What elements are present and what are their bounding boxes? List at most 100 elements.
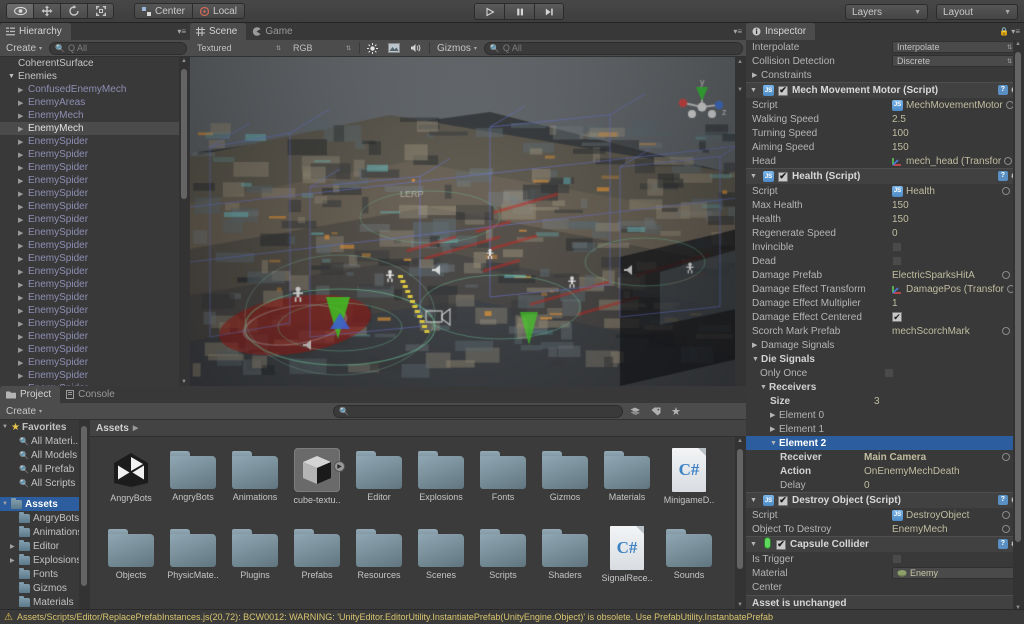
project-tree-item[interactable]: ▶Explosions — [0, 553, 90, 567]
object-picker-button[interactable] — [1002, 453, 1010, 461]
inspector-row[interactable]: ▶Element 1 — [746, 422, 1024, 436]
asset-item[interactable]: C#MinigameD.. — [658, 445, 720, 523]
inspector-scroll-thumb[interactable] — [1015, 52, 1021, 542]
component-enabled-checkbox[interactable]: ✔ — [776, 540, 786, 550]
inspector-row[interactable]: ScriptJSDestroyObject — [746, 508, 1024, 522]
inspector-value[interactable]: Interpolate⇅ — [892, 41, 1024, 53]
hierarchy-item[interactable]: ▶EnemySpider — [0, 174, 190, 187]
inspector-value[interactable]: JSMechMovementMotor — [892, 100, 1024, 111]
scene-fx-toggle[interactable] — [385, 41, 403, 55]
asset-item[interactable]: Animations — [224, 445, 286, 523]
help-icon[interactable]: ? — [998, 495, 1008, 505]
inspector-value[interactable] — [892, 242, 1024, 252]
project-tree-scroll-thumb[interactable] — [81, 426, 87, 586]
asset-item[interactable]: Plugins — [224, 523, 286, 601]
inspector-row[interactable]: ▼Receivers — [746, 380, 1024, 394]
hierarchy-item[interactable]: ▶EnemySpider — [0, 356, 190, 369]
chevron-right-icon[interactable]: ▶ — [18, 151, 28, 159]
inspector-row[interactable]: Scorch Mark PrefabmechScorchMark — [746, 324, 1024, 338]
project-tree[interactable]: ▼★Favorites🔍All Materi..🔍All Models🔍All … — [0, 420, 90, 609]
inspector-row[interactable]: ReceiverMain Camera — [746, 450, 1024, 464]
inspector-row[interactable]: Dead — [746, 254, 1024, 268]
chevron-right-icon[interactable]: ▶ — [18, 294, 28, 302]
hierarchy-item[interactable]: ▶EnemySpider — [0, 369, 190, 382]
project-tree-item[interactable]: ▼★Favorites — [0, 420, 90, 434]
chevron-right-icon[interactable]: ▶ — [10, 543, 19, 550]
inspector-row[interactable]: MaterialEnemy — [746, 566, 1024, 580]
pivot-rotation-button[interactable]: Local — [192, 3, 245, 19]
scene-vertical-scrollbar[interactable]: ▲ ▼ — [735, 57, 746, 386]
inspector-value[interactable]: 0 — [864, 480, 1024, 491]
chevron-right-icon[interactable]: ▶ — [18, 177, 28, 185]
project-tree-scrollbar[interactable] — [79, 420, 90, 609]
inspector-row[interactable]: ▶Damage Signals — [746, 338, 1024, 352]
chevron-down-icon[interactable]: ▼ — [8, 73, 18, 80]
component-enabled-checkbox[interactable]: ✔ — [778, 172, 788, 182]
chevron-right-icon[interactable]: ▶ — [10, 557, 19, 564]
inspector-row[interactable]: ▼Die Signals — [746, 352, 1024, 366]
tab-game[interactable]: Game — [246, 23, 301, 40]
component-enabled-checkbox[interactable]: ✔ — [778, 496, 788, 506]
scale-tool-button[interactable] — [87, 3, 114, 19]
assets-grid[interactable]: AngryBotsAngryBotsAnimations▶cube-textu.… — [90, 437, 746, 609]
inspector-scrollbar[interactable]: ▲ ▼ — [1013, 40, 1024, 612]
tab-hierarchy[interactable]: Hierarchy — [0, 23, 71, 40]
chevron-right-icon[interactable]: ▶ — [752, 341, 761, 349]
tab-console[interactable]: Console — [60, 386, 124, 403]
inspector-value[interactable]: JSHealth — [892, 186, 1024, 197]
project-favorites-button[interactable]: ★ — [668, 404, 684, 418]
inspector-row[interactable]: Collision DetectionDiscrete⇅ — [746, 54, 1024, 68]
project-filter-type-button[interactable] — [627, 404, 644, 418]
asset-item[interactable]: Explosions — [410, 445, 472, 523]
chevron-right-icon[interactable]: ▶ — [18, 372, 28, 380]
assets-scrollbar[interactable]: ▲ ▼ — [735, 437, 746, 609]
inspector-menu-icon[interactable]: 🔒 ▾≡ — [999, 27, 1020, 36]
inspector-value[interactable] — [884, 368, 1024, 378]
chevron-right-icon[interactable]: ▶ — [18, 333, 28, 341]
help-icon[interactable]: ? — [998, 85, 1008, 95]
chevron-right-icon[interactable]: ▶ — [18, 346, 28, 354]
status-bar[interactable]: ⚠ Assets/Scripts/Editor/ReplacePrefabIns… — [0, 609, 1024, 624]
inspector-value[interactable]: Main Camera — [864, 452, 1024, 463]
hierarchy-item[interactable]: ▶EnemySpider — [0, 330, 190, 343]
hierarchy-item[interactable]: ▶EnemySpider — [0, 213, 190, 226]
scene-render-canvas[interactable] — [190, 57, 746, 386]
hierarchy-menu-icon[interactable]: ▾≡ — [177, 27, 186, 36]
inspector-row[interactable]: Only Once — [746, 366, 1024, 380]
inspector-row[interactable]: Is Trigger — [746, 552, 1024, 566]
asset-item[interactable]: Sounds — [658, 523, 720, 601]
hierarchy-item[interactable]: ▼Enemies — [0, 70, 190, 83]
inspector-value[interactable]: 150 — [892, 200, 1024, 211]
chevron-right-icon[interactable]: ▶ — [18, 229, 28, 237]
scene-search-input[interactable]: 🔍 Q All — [484, 42, 743, 55]
project-tree-item[interactable]: AngryBots — [0, 511, 90, 525]
inspector-row[interactable]: ScriptJSHealth — [746, 184, 1024, 198]
asset-item[interactable]: Materials — [596, 445, 658, 523]
chevron-right-icon[interactable]: ▶ — [18, 138, 28, 146]
inspector-row[interactable]: Damage Effect Centered✔ — [746, 310, 1024, 324]
checkbox[interactable]: ✔ — [892, 312, 902, 322]
inspector-value[interactable]: ✔ — [892, 312, 1024, 322]
hierarchy-item[interactable]: ▶EnemySpider — [0, 265, 190, 278]
asset-item[interactable]: Prefabs — [286, 523, 348, 601]
object-picker-button[interactable] — [1002, 511, 1010, 519]
inspector-value[interactable]: OnEnemyMechDeath — [864, 466, 1024, 477]
project-create-button[interactable]: Create ▾ — [3, 404, 45, 418]
inspector-row[interactable]: ScriptJSMechMovementMotor — [746, 98, 1024, 112]
chevron-down-icon[interactable]: ▼ — [2, 501, 11, 507]
inspector-value[interactable]: ElectricSparksHitA — [892, 270, 1024, 281]
inspector-value[interactable]: JSDestroyObject — [892, 510, 1024, 521]
hierarchy-list[interactable]: CoherentSurface▼Enemies▶ConfusedEnemyMec… — [0, 57, 190, 386]
inspector-value[interactable]: DamagePos (Transfor — [892, 284, 1024, 295]
hierarchy-item[interactable]: ▶EnemyAreas — [0, 96, 190, 109]
asset-item[interactable]: Editor — [348, 445, 410, 523]
project-tree-item[interactable]: 🔍All Scripts — [0, 476, 90, 490]
chevron-right-icon[interactable]: ▶ — [18, 203, 28, 211]
chevron-down-icon[interactable]: ▼ — [760, 384, 769, 391]
inspector-row[interactable]: Delay0 — [746, 478, 1024, 492]
project-tree-item[interactable] — [0, 490, 90, 497]
hierarchy-item[interactable]: ▶EnemySpider — [0, 304, 190, 317]
inspector-value[interactable]: 150 — [892, 214, 1024, 225]
asset-item[interactable]: Scenes — [410, 523, 472, 601]
hierarchy-create-button[interactable]: Create ▾ — [3, 41, 45, 55]
